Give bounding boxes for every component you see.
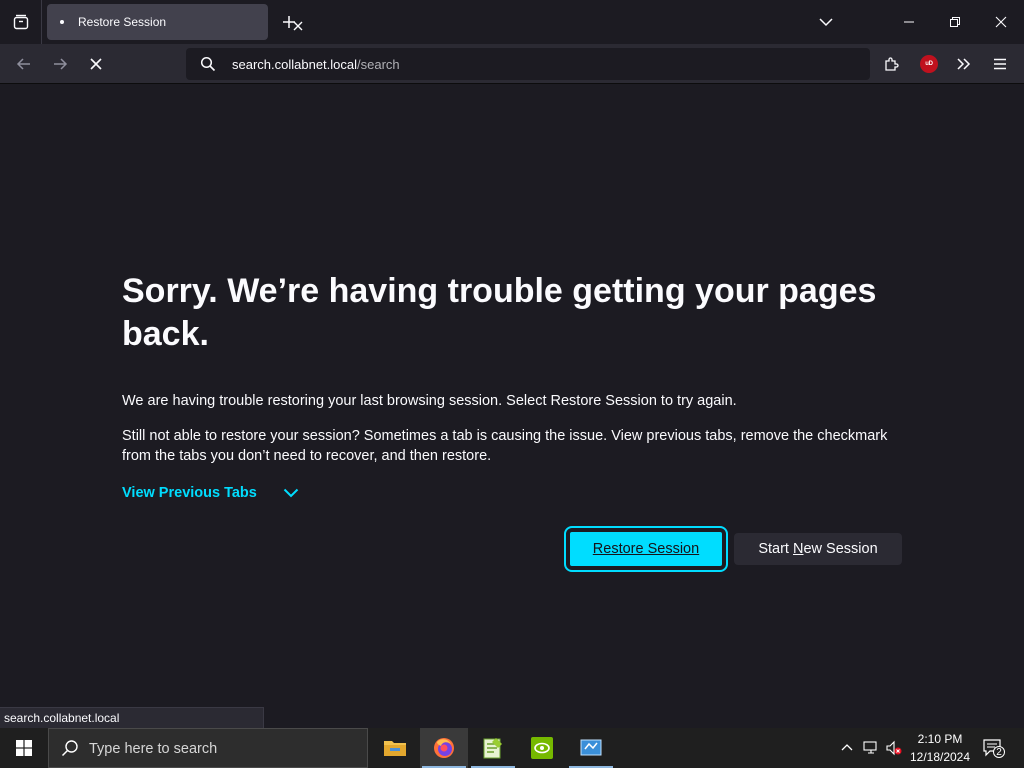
restore-session-label: Restore Session	[592, 541, 700, 557]
windows-logo-icon	[16, 740, 32, 756]
taskbar-nvidia[interactable]	[518, 728, 566, 768]
network-icon	[863, 741, 877, 754]
arrow-left-icon	[16, 58, 30, 70]
url-path: /search	[357, 57, 400, 72]
list-all-tabs-button[interactable]	[818, 15, 834, 29]
forward-button[interactable]	[51, 55, 69, 73]
ublock-origin-button[interactable]: uD	[920, 55, 938, 73]
extensions-button[interactable]	[883, 55, 901, 73]
session-restore-page: Sorry. We’re having trouble getting your…	[0, 85, 1024, 707]
tab-favicon-icon	[58, 18, 66, 26]
search-icon	[61, 740, 78, 757]
navigation-toolbar: search.collabnet.local/search	[0, 44, 1024, 84]
show-hidden-icons-button[interactable]	[839, 740, 855, 756]
search-icon	[200, 56, 216, 72]
address-bar[interactable]: search.collabnet.local/search	[186, 48, 870, 80]
tab-title: Restore Session	[78, 15, 167, 29]
status-panel-url: search.collabnet.local	[0, 707, 264, 729]
tab-restore-session[interactable]: Restore Session	[47, 4, 303, 40]
firefox-icon	[434, 738, 454, 758]
view-previous-tabs-toggle[interactable]: View Previous Tabs	[122, 485, 299, 501]
tabs-list-icon	[13, 14, 28, 30]
arrow-right-icon	[54, 58, 68, 70]
url-host: search.collabnet.local	[232, 57, 358, 72]
clock-date: 12/18/2024	[909, 750, 971, 764]
ublock-icon: uD	[925, 61, 933, 67]
windows-taskbar: Type here to search 2:10 PM 12/18/2024 2	[0, 728, 1024, 768]
window-minimize-button[interactable]	[886, 0, 932, 44]
application-menu-button[interactable]	[991, 55, 1009, 73]
back-button[interactable]	[15, 55, 33, 73]
chevron-up-icon	[841, 744, 853, 751]
new-tab-button[interactable]	[281, 14, 297, 30]
window-close-button[interactable]	[978, 0, 1024, 44]
restore-help-text: Still not able to restore your session? …	[122, 428, 888, 464]
notification-badge: 2	[993, 746, 1005, 758]
taskbar-app-window[interactable]	[567, 728, 615, 768]
restore-window-icon	[950, 17, 960, 27]
start-new-session-label: Start New Session	[758, 541, 878, 557]
taskbar-search-box[interactable]: Type here to search	[48, 728, 368, 768]
hamburger-menu-icon	[994, 58, 1006, 70]
restore-description: We are having trouble restoring your las…	[122, 393, 737, 409]
page-title: Sorry. We’re having trouble getting your…	[122, 272, 877, 353]
double-chevron-right-icon	[957, 58, 971, 70]
stop-loading-button[interactable]	[87, 55, 105, 73]
close-icon	[90, 58, 102, 70]
chevron-down-icon	[283, 488, 299, 498]
more-tools-button[interactable]	[955, 55, 973, 73]
taskbar-search-placeholder: Type here to search	[89, 741, 218, 757]
plus-icon	[283, 16, 295, 28]
view-previous-tabs-label: View Previous Tabs	[122, 485, 257, 501]
window-restore-button[interactable]	[932, 0, 978, 44]
start-button[interactable]	[0, 728, 48, 768]
taskbar-notepad-plus[interactable]	[469, 728, 517, 768]
restore-session-button[interactable]: Restore Session	[564, 526, 728, 572]
puzzle-icon	[885, 57, 899, 71]
app-window-icon	[580, 739, 602, 756]
url-text[interactable]: search.collabnet.local/search	[232, 57, 400, 72]
taskbar-firefox[interactable]	[420, 728, 468, 768]
start-new-session-button[interactable]: Start New Session	[734, 533, 902, 565]
minimize-icon	[904, 21, 914, 23]
network-status[interactable]	[863, 740, 879, 756]
system-clock[interactable]: 2:10 PM 12/18/2024	[904, 730, 976, 766]
clock-time: 2:10 PM	[917, 732, 963, 746]
taskbar-file-explorer[interactable]	[371, 728, 419, 768]
tab-strip: Restore Session	[0, 0, 1024, 44]
nvidia-icon	[531, 737, 553, 759]
close-icon	[995, 16, 1007, 28]
folder-icon	[384, 741, 406, 756]
tab-overview-button[interactable]	[0, 0, 42, 44]
chevron-down-icon	[819, 18, 833, 27]
notepad-icon	[483, 738, 502, 759]
volume-status[interactable]	[886, 740, 902, 756]
speaker-muted-icon	[886, 740, 902, 756]
